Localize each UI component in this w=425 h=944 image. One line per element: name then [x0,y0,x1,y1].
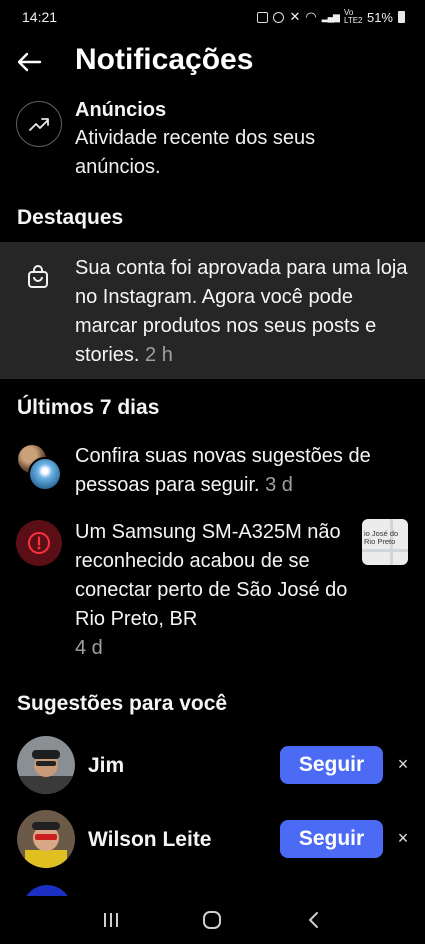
highlight-message: Sua conta foi aprovada para uma loja no … [75,257,408,366]
map-label: io José do Rio Preto [364,529,399,546]
suggestion-item[interactable]: Wilson Leite Seguir × [0,810,425,870]
follow-button[interactable]: Seguir [280,746,383,784]
avatar [28,457,62,491]
suggestions-notification[interactable]: Confira suas novas sugestões de pessoas … [0,440,425,500]
signal-text: Vo LTE2 [343,8,363,25]
signal-icon: ▂▄▆ [321,11,340,22]
arrow-left-icon[interactable] [16,50,42,74]
highlight-time: 2 h [145,344,173,366]
login-alert-notification[interactable]: Um Samsung SM-A325M não reconhecido acab… [0,516,425,666]
close-icon[interactable]: × [392,827,414,849]
status-bar: 14:21 ✕ ◠ ▂▄▆ Vo LTE2 51% [0,0,425,34]
alarm-icon [273,11,285,23]
suggestion-item[interactable]: Jim Seguir × [0,736,425,796]
mute-icon: ✕ [289,9,301,24]
trending-up-icon [16,101,62,147]
alert-icon [16,520,62,566]
section-suggestions: Sugestões para você [17,692,228,715]
avatar[interactable] [17,810,75,868]
highlight-notification[interactable]: Sua conta foi aprovada para uma loja no … [0,242,425,379]
system-nav-bar [0,896,425,944]
avatar-stack [16,443,64,491]
notification-icon [257,11,269,23]
close-icon[interactable]: × [392,753,414,775]
map-thumbnail[interactable]: io José do Rio Preto [362,519,408,565]
map-road [362,549,408,552]
ads-subtitle: Atividade recente dos seus anúncios. [75,127,316,178]
recents-icon[interactable] [91,900,131,940]
status-time: 14:21 [22,9,58,25]
notification-time: 3 d [265,474,293,496]
notification-text: Um Samsung SM-A325M não reconhecido acab… [75,518,357,663]
section-last7days: Últimos 7 dias [17,396,160,419]
suggestion-name[interactable]: Jim [88,754,124,778]
follow-button[interactable]: Seguir [280,820,383,858]
back-chevron-icon[interactable] [294,900,334,940]
notification-message: Confira suas novas sugestões de pessoas … [75,445,371,496]
notification-message: Um Samsung SM-A325M não reconhecido acab… [75,521,348,630]
ads-row[interactable]: Anúncios Atividade recente dos seus anún… [0,96,425,190]
home-icon[interactable] [192,900,232,940]
header: Notificações [0,34,425,90]
battery-icon [398,11,405,23]
notification-time: 4 d [75,637,103,659]
wifi-icon: ◠ [305,9,317,24]
avatar[interactable] [17,736,75,794]
notification-text: Confira suas novas sugestões de pessoas … [75,442,405,500]
highlight-text: Sua conta foi aprovada para uma loja no … [75,254,410,370]
section-highlights: Destaques [17,206,124,229]
suggestion-name[interactable]: Wilson Leite [88,828,212,852]
battery-percent: 51% [366,9,393,25]
status-icons: ✕ ◠ ▂▄▆ Vo LTE2 51% [257,9,405,25]
page-title: Notificações [75,43,254,76]
ads-title: Anúncios [75,99,167,121]
shopping-bag-icon [25,264,51,290]
